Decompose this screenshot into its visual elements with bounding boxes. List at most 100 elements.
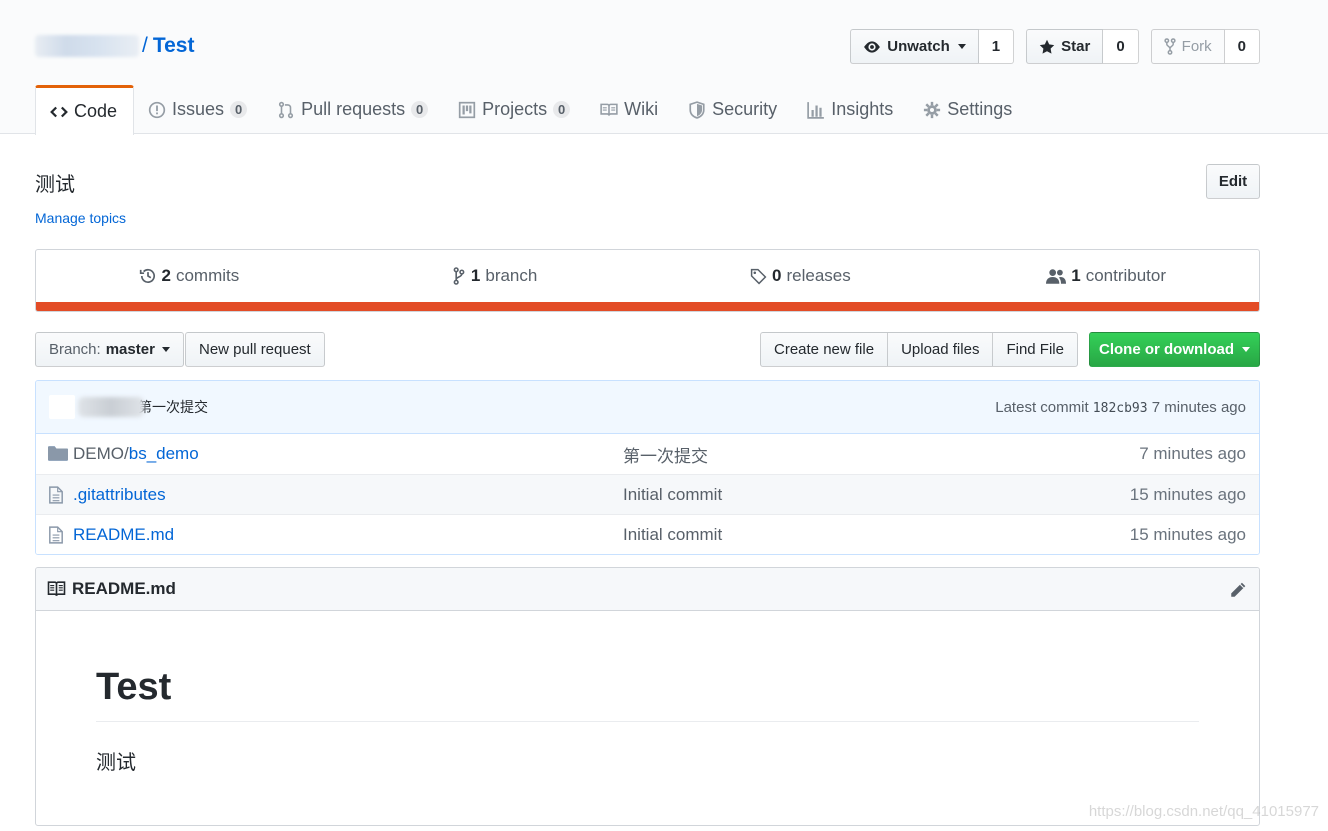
directory-name: bs_demo — [128, 444, 199, 463]
new-pull-request-button[interactable]: New pull request — [185, 332, 325, 367]
file-list: 第一次提交 Latest commit 182cb93 7 minutes ag… — [35, 380, 1260, 555]
watermark: https://blog.csdn.net/qq_41015977 — [1088, 803, 1319, 820]
file-row: README.md Initial commit 15 minutes ago — [36, 514, 1259, 554]
history-icon — [139, 269, 155, 283]
file-commit-age: 7 minutes ago — [1139, 444, 1246, 463]
latest-commit-prefix: Latest commit — [995, 398, 1089, 416]
repo-name-link[interactable]: Test — [153, 34, 195, 58]
manage-topics-link[interactable]: Manage topics — [35, 210, 126, 226]
file-actions-group: Create new file Upload files Find File — [760, 332, 1078, 367]
file-link[interactable]: .gitattributes — [73, 485, 166, 505]
star-label: Star — [1061, 38, 1091, 55]
repo-description: 测试 — [35, 174, 75, 196]
tab-code-label: Code — [74, 101, 118, 121]
tab-insights[interactable]: Insights — [793, 85, 909, 134]
language-bar[interactable] — [36, 302, 1259, 311]
chevron-down-icon — [1242, 347, 1250, 352]
fork-group: Fork 0 — [1150, 29, 1260, 64]
shield-icon — [689, 100, 705, 119]
repo-actions: Unwatch 1 Star 0 Fork 0 — [850, 29, 1260, 64]
code-icon — [50, 106, 68, 117]
contributors-link[interactable]: 1 contributor — [953, 250, 1259, 302]
latest-commit-age: 7 minutes ago — [1151, 398, 1246, 416]
folder-icon — [48, 446, 68, 461]
tag-icon — [750, 268, 767, 284]
clone-label: Clone or download — [1099, 341, 1234, 358]
repo-header: / Test Unwatch 1 Star 0 Fork 0 Code Issu… — [0, 0, 1328, 135]
latest-commit-bar: 第一次提交 Latest commit 182cb93 7 minutes ag… — [36, 381, 1259, 434]
directory-link[interactable]: DEMO/bs_demo — [73, 444, 199, 464]
repo-summary: 2 commits 1 branch 0 releases 1 contribu… — [35, 249, 1260, 312]
tab-issues-label: Issues — [172, 99, 225, 119]
book-icon — [600, 103, 618, 116]
stargazers-count[interactable]: 0 — [1103, 29, 1139, 64]
repo-title: / Test — [35, 32, 194, 60]
people-icon — [1046, 268, 1067, 284]
tab-security-label: Security — [712, 99, 778, 119]
readme-box: README.md Test 测试 — [35, 567, 1260, 826]
graph-icon — [807, 101, 825, 119]
commit-author[interactable] — [78, 397, 144, 417]
branches-count: 1 — [470, 266, 481, 285]
star-group: Star 0 — [1026, 29, 1139, 64]
file-icon — [49, 486, 63, 504]
commits-label: commits — [175, 266, 240, 285]
git-pull-request-icon — [278, 101, 294, 118]
find-file-button[interactable]: Find File — [992, 332, 1078, 367]
pencil-icon[interactable] — [1229, 581, 1247, 599]
readme-paragraph: 测试 — [96, 752, 136, 774]
file-row: DEMO/bs_demo 第一次提交 7 minutes ago — [36, 434, 1259, 474]
create-new-file-button[interactable]: Create new file — [760, 332, 889, 367]
repo-nav-tabs: Code Issues 0 Pull requests 0 Projects 0… — [35, 85, 1028, 135]
contributors-count: 1 — [1071, 266, 1081, 285]
star-icon — [1039, 39, 1055, 54]
avatar[interactable] — [49, 395, 75, 419]
chevron-down-icon — [161, 347, 170, 352]
tab-settings[interactable]: Settings — [909, 85, 1028, 134]
tab-wiki-label: Wiki — [624, 99, 659, 119]
tab-settings-label: Settings — [947, 99, 1013, 119]
file-navigation: Branch: master New pull request Create n… — [35, 332, 1260, 367]
latest-commit-message[interactable]: 第一次提交 — [138, 397, 208, 417]
unwatch-button[interactable]: Unwatch — [850, 29, 979, 64]
file-commit-message[interactable]: Initial commit — [623, 485, 722, 505]
gear-icon — [924, 101, 941, 118]
unwatch-label: Unwatch — [887, 38, 950, 55]
project-icon — [458, 101, 476, 118]
star-button[interactable]: Star — [1026, 29, 1104, 64]
commits-link[interactable]: 2 commits — [36, 250, 342, 302]
readme-content: Test 测试 — [36, 666, 1259, 775]
commit-sha-link[interactable]: 182cb93 — [1093, 401, 1148, 416]
releases-label: releases — [786, 266, 851, 285]
tab-code[interactable]: Code — [35, 85, 135, 135]
file-link[interactable]: README.md — [73, 525, 174, 545]
directory-prefix: DEMO/ — [73, 444, 129, 463]
eye-icon — [864, 40, 881, 53]
watchers-count[interactable]: 1 — [978, 29, 1015, 64]
file-row: .gitattributes Initial commit 15 minutes… — [36, 474, 1259, 514]
tab-pull-requests-label: Pull requests — [301, 99, 406, 119]
issues-counter: 0 — [230, 101, 248, 118]
readme-heading: Test — [96, 666, 1199, 722]
tab-projects[interactable]: Projects 0 — [444, 85, 586, 134]
file-commit-message[interactable]: Initial commit — [623, 525, 722, 545]
watch-group: Unwatch 1 — [850, 29, 1015, 64]
tab-wiki[interactable]: Wiki — [586, 85, 674, 134]
readme-header: README.md — [36, 568, 1259, 611]
forks-count[interactable]: 0 — [1224, 29, 1260, 64]
file-commit-age: 15 minutes ago — [1129, 524, 1246, 544]
repo-owner-link[interactable] — [35, 35, 139, 57]
tab-issues[interactable]: Issues 0 — [134, 85, 263, 134]
upload-files-button[interactable]: Upload files — [887, 332, 994, 367]
branches-link[interactable]: 1 branch — [342, 250, 648, 302]
branch-select-button[interactable]: Branch: master — [35, 332, 184, 367]
file-commit-message[interactable]: 第一次提交 — [623, 442, 708, 467]
fork-button[interactable]: Fork — [1150, 29, 1225, 64]
tab-pull-requests[interactable]: Pull requests 0 — [263, 85, 444, 134]
clone-or-download-button[interactable]: Clone or download — [1089, 332, 1260, 367]
readme-filename: README.md — [72, 579, 176, 598]
file-commit-age: 15 minutes ago — [1129, 484, 1246, 504]
releases-link[interactable]: 0 releases — [648, 250, 954, 302]
tab-security[interactable]: Security — [674, 85, 793, 134]
edit-description-button[interactable]: Edit — [1206, 164, 1260, 199]
